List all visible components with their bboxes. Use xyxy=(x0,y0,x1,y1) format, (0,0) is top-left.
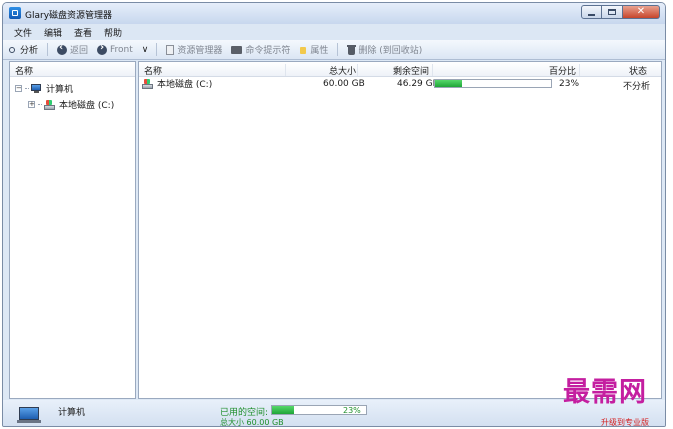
drive-usage-bar xyxy=(434,79,552,88)
forward-label: Front xyxy=(110,44,133,55)
table-row[interactable]: 本地磁盘 (C:) 60.00 GB 46.29 GB 23% 不分析 xyxy=(139,77,661,92)
drive-percent: 23% xyxy=(559,79,580,89)
drive-list-header: 名称 总大小 剩余空间 百分比 状态 xyxy=(139,62,661,77)
tree-item-drive-c[interactable]: + 本地磁盘 (C:) xyxy=(28,98,114,111)
used-space-percent: 23% xyxy=(343,406,361,415)
used-space-fill xyxy=(272,406,294,414)
watermark-brand: 最需网 xyxy=(563,377,647,408)
drive-usage-fill xyxy=(435,80,462,87)
expand-icon[interactable]: + xyxy=(28,101,35,108)
app-icon xyxy=(9,7,21,19)
delete-button[interactable]: 删除 (到回收站) xyxy=(347,43,422,56)
total-size-label: 总大小 60.00 GB xyxy=(220,418,284,427)
menu-file[interactable]: 文件 xyxy=(14,26,32,39)
folder-tree-pane[interactable]: 名称 − 计算机 + 本地磁盘 (C:) xyxy=(9,61,136,399)
forward-arrow-icon xyxy=(97,42,108,55)
computer-icon xyxy=(31,83,43,94)
drive-total-size: 60.00 GB xyxy=(323,79,365,89)
close-button[interactable]: ✕ xyxy=(623,5,660,19)
toolbar-divider xyxy=(156,43,158,56)
delete-label: 删除 (到回收站) xyxy=(358,46,423,56)
tree-connector xyxy=(25,87,29,90)
explorer-button[interactable]: 资源管理器 xyxy=(166,43,222,56)
drive-icon xyxy=(44,99,56,110)
explorer-label: 资源管理器 xyxy=(177,46,223,56)
column-divider[interactable] xyxy=(285,64,286,76)
analyze-button[interactable]: 分析 xyxy=(9,43,38,56)
toolbar-divider xyxy=(47,43,49,56)
menu-bar: 文件 编辑 查看 帮助 xyxy=(3,24,665,40)
back-button[interactable]: 返回 xyxy=(57,42,89,56)
explorer-icon xyxy=(166,44,175,55)
tree-item-computer[interactable]: − 计算机 xyxy=(15,82,73,95)
drive-free-space: 46.29 GB xyxy=(397,79,439,89)
drive-icon xyxy=(142,78,154,89)
properties-icon xyxy=(299,45,307,55)
app-window: Glary磁盘资源管理器 ✕ 文件 编辑 查看 帮助 分析 返回 Front ∨ xyxy=(2,2,666,427)
column-total-size[interactable]: 总大小 xyxy=(329,64,356,77)
minimize-button[interactable] xyxy=(581,5,602,19)
search-icon xyxy=(9,46,15,53)
tree-header: 名称 xyxy=(10,62,135,77)
window-title: Glary磁盘资源管理器 xyxy=(25,11,113,21)
tree-item-label: 本地磁盘 (C:) xyxy=(59,101,115,111)
column-percent[interactable]: 百分比 xyxy=(549,64,576,77)
properties-label: 属性 xyxy=(310,46,329,56)
column-divider[interactable] xyxy=(579,64,580,76)
cmd-label: 命令提示符 xyxy=(245,46,291,56)
drive-list-pane[interactable]: 名称 总大小 剩余空间 百分比 状态 本地磁盘 (C:) 60.00 GB 46… xyxy=(138,61,662,399)
tree-connector xyxy=(38,103,42,106)
column-name[interactable]: 名称 xyxy=(144,64,162,77)
column-status[interactable]: 状态 xyxy=(629,64,647,77)
command-prompt-icon xyxy=(231,45,243,54)
recycle-bin-icon xyxy=(347,44,357,55)
back-arrow-icon xyxy=(57,42,68,55)
toolbar-divider xyxy=(337,43,339,56)
tree-item-label: 计算机 xyxy=(46,85,74,95)
collapse-icon[interactable]: − xyxy=(15,85,22,92)
status-selection-label: 计算机 xyxy=(58,408,86,418)
drive-name-cell: 本地磁盘 (C:) xyxy=(142,77,212,90)
close-icon: ✕ xyxy=(636,6,646,17)
maximize-icon xyxy=(608,9,616,15)
drive-name: 本地磁盘 (C:) xyxy=(157,80,213,90)
properties-button[interactable]: 属性 xyxy=(299,43,328,56)
drive-status: 不分析 xyxy=(623,82,651,92)
minimize-icon xyxy=(588,13,595,16)
title-bar[interactable]: Glary磁盘资源管理器 ✕ xyxy=(3,3,665,24)
back-label: 返回 xyxy=(70,46,89,56)
menu-view[interactable]: 查看 xyxy=(74,26,92,39)
computer-icon xyxy=(17,407,41,423)
column-divider[interactable] xyxy=(432,64,433,76)
column-divider[interactable] xyxy=(357,64,358,76)
cmd-button[interactable]: 命令提示符 xyxy=(231,43,290,56)
maximize-button[interactable] xyxy=(602,5,623,19)
analyze-label: 分析 xyxy=(20,46,39,56)
tree-header-name: 名称 xyxy=(15,67,34,77)
toolbar: 分析 返回 Front ∨ 资源管理器 命令提示符 属性 删除 (到回收站) xyxy=(3,40,665,60)
forward-button[interactable]: Front xyxy=(97,42,133,55)
upgrade-link[interactable]: 升级到专业版 xyxy=(601,417,649,426)
column-free-space[interactable]: 剩余空间 xyxy=(393,64,429,77)
menu-edit[interactable]: 编辑 xyxy=(44,26,62,39)
status-bar: 计算机 已用的空间: 23% 总大小 60.00 GB 最需网 升级到专业版 xyxy=(3,377,665,427)
menu-help[interactable]: 帮助 xyxy=(104,26,122,39)
chevron-down-icon[interactable]: ∨ xyxy=(142,45,149,55)
